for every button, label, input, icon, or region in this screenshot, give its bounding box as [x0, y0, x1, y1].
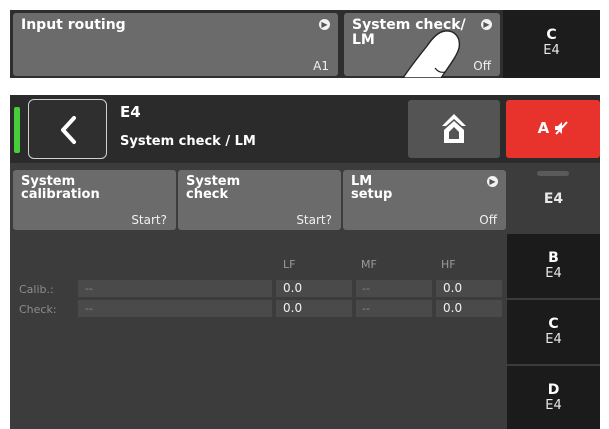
input-routing-tile[interactable]: Input routing ▶ A1 [13, 13, 338, 76]
channel-letter: D [547, 382, 560, 398]
page-title: E4 [120, 103, 141, 121]
home-icon [442, 114, 466, 143]
finger-touch-icon [402, 30, 461, 78]
lm-setup-title: LM setup [351, 174, 393, 202]
check-mf-cell: -- [356, 300, 432, 317]
input-routing-title: Input routing [21, 17, 126, 33]
chevron-right-circle-icon: ▶ [481, 19, 492, 30]
channel-letter: C [548, 316, 559, 332]
channel-tab-b[interactable]: B E4 [507, 234, 600, 298]
channel-sub: E4 [543, 43, 560, 58]
home-button[interactable] [408, 100, 500, 158]
calib-lf-cell: 0.0 [276, 280, 352, 297]
system-calibration-value: Start? [131, 213, 167, 227]
system-check-title: System check [186, 174, 241, 202]
mute-button[interactable]: A [506, 100, 600, 158]
column-header-lf: LF [283, 258, 296, 271]
check-status-cell: -- [78, 300, 272, 317]
calib-status-cell: -- [78, 280, 272, 297]
system-calibration-title: System calibration [21, 174, 100, 202]
speaker-muted-icon [555, 121, 569, 135]
lm-setup-tile[interactable]: LM setup ▶ Off [343, 170, 506, 230]
system-check-value: Start? [296, 213, 332, 227]
column-header-hf: HF [441, 258, 456, 271]
channel-sub: E4 [545, 332, 562, 347]
page-subtitle: System check / LM [120, 134, 256, 149]
check-hf-cell: 0.0 [436, 300, 502, 317]
back-button[interactable] [28, 99, 107, 159]
chevron-left-icon [61, 116, 76, 144]
channel-letter: C [546, 27, 557, 43]
channel-sub: E4 [543, 191, 564, 207]
system-check-tile[interactable]: System check Start? [178, 170, 341, 230]
chevron-right-circle-icon: ▶ [319, 19, 330, 30]
channel-letter: B [548, 250, 559, 266]
status-indicator [14, 107, 20, 153]
channel-tab-c-top[interactable]: C E4 [503, 10, 600, 78]
lm-setup-value: Off [479, 213, 497, 227]
scroll-indicator [537, 171, 569, 176]
system-calibration-tile[interactable]: System calibration Start? [13, 170, 176, 230]
calib-mf-cell: -- [356, 280, 432, 297]
column-header-mf: MF [361, 258, 377, 271]
calib-hf-cell: 0.0 [436, 280, 502, 297]
chevron-right-circle-icon: ▶ [487, 176, 498, 187]
system-check-lm-value: Off [473, 59, 491, 73]
channel-sub: E4 [545, 398, 562, 413]
mute-label: A [537, 119, 550, 137]
check-row-label: Check: [19, 303, 57, 316]
channel-tab-d[interactable]: D E4 [507, 366, 600, 429]
channel-sub: E4 [545, 266, 562, 281]
calib-row-label: Calib.: [19, 283, 54, 296]
check-lf-cell: 0.0 [276, 300, 352, 317]
channel-tab-c[interactable]: C E4 [507, 300, 600, 364]
input-routing-value: A1 [313, 59, 329, 73]
